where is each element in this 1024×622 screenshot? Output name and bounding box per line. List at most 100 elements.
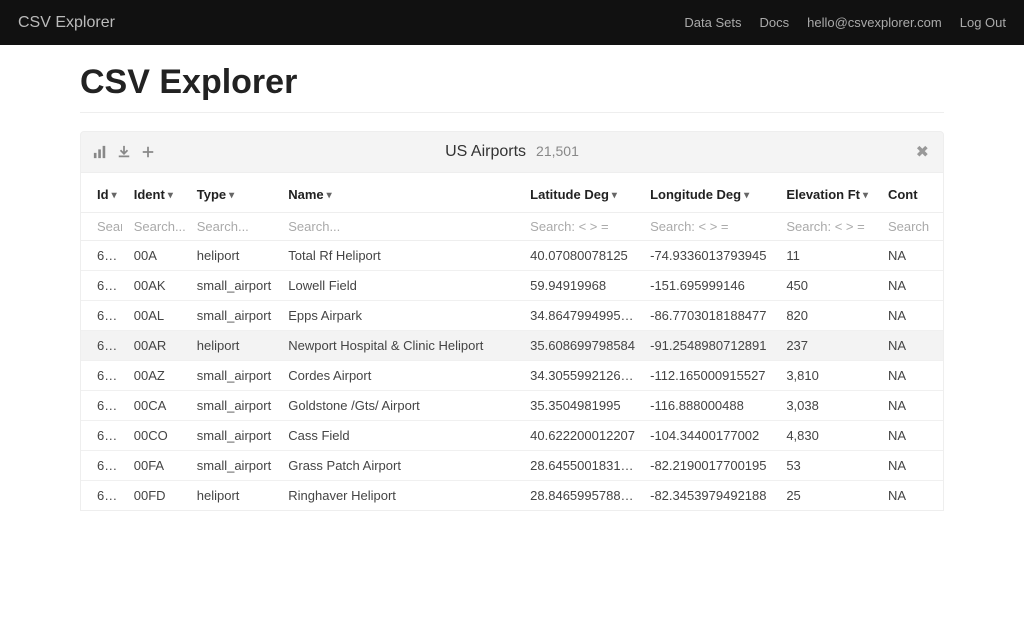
cell-lon: -86.7703018188477 [644,301,780,331]
table-row[interactable]: 652500ALsmall_airportEpps Airpark34.8647… [81,301,943,331]
cell-type: small_airport [191,421,282,451]
search-row [81,213,943,241]
cell-cont: NA [882,391,943,421]
dataset-title: US Airports [445,143,526,161]
dataset-row-count: 21,501 [536,143,579,159]
col-header-name[interactable]: Name▾ [282,173,524,213]
cell-elev: 53 [780,451,882,481]
table-row[interactable]: 652400AKsmall_airportLowell Field59.9491… [81,271,943,301]
cell-name: Lowell Field [282,271,524,301]
search-input-type[interactable] [197,219,276,234]
table-row[interactable]: 652900COsmall_airportCass Field40.622200… [81,421,943,451]
search-input-id[interactable] [97,219,122,234]
cell-elev: 3,038 [780,391,882,421]
cell-name: Cass Field [282,421,524,451]
cell-cont: NA [882,271,943,301]
table-row[interactable]: 652700AZsmall_airportCordes Airport34.30… [81,361,943,391]
search-input-cont[interactable] [888,219,937,234]
cell-type: small_airport [191,361,282,391]
cell-cont: NA [882,481,943,511]
cell-id: 6528 [81,391,128,421]
cell-lon: -74.9336013793945 [644,241,780,271]
chart-icon[interactable] [93,145,107,159]
cell-id: 6523 [81,241,128,271]
cell-id: 6532 [81,481,128,511]
chevron-down-icon: ▾ [112,190,117,201]
cell-type: heliport [191,241,282,271]
download-icon[interactable] [117,145,131,159]
nav-link-datasets[interactable]: Data Sets [684,15,741,30]
cell-elev: 11 [780,241,882,271]
data-table: Id▾ Ident▾ Type▾ Name▾ Latitude Deg▾ Lon… [81,173,943,510]
cell-ident: 00AL [128,301,191,331]
cell-lon: -116.888000488 [644,391,780,421]
panel-header: US Airports 21,501 ✖ [80,131,944,173]
cell-ident: 00FA [128,451,191,481]
search-input-lat[interactable] [530,219,638,234]
cell-ident: 00FD [128,481,191,511]
plus-icon[interactable] [141,145,155,159]
header-row: Id▾ Ident▾ Type▾ Name▾ Latitude Deg▾ Lon… [81,173,943,213]
cell-elev: 4,830 [780,421,882,451]
search-input-name[interactable] [288,219,518,234]
cell-name: Ringhaver Heliport [282,481,524,511]
table-row[interactable]: 653200FDheliportRinghaver Heliport28.846… [81,481,943,511]
cell-id: 6524 [81,271,128,301]
cell-ident: 00A [128,241,191,271]
dataset-panel: US Airports 21,501 ✖ Id▾ Ident▾ Type▾ Na… [80,131,944,511]
col-header-id[interactable]: Id▾ [81,173,128,213]
search-input-ident[interactable] [134,219,185,234]
app-brand[interactable]: CSV Explorer [18,14,115,32]
cell-name: Goldstone /Gts/ Airport [282,391,524,421]
table-row[interactable]: 652600ARheliportNewport Hospital & Clini… [81,331,943,361]
cell-lat: 34.3055992126465 [524,361,644,391]
cell-type: heliport [191,481,282,511]
cell-lon: -104.34400177002 [644,421,780,451]
nav-link-logout[interactable]: Log Out [960,15,1006,30]
cell-name: Newport Hospital & Clinic Heliport [282,331,524,361]
table-row[interactable]: 652800CAsmall_airportGoldstone /Gts/ Air… [81,391,943,421]
col-header-lat[interactable]: Latitude Deg▾ [524,173,644,213]
cell-name: Cordes Airport [282,361,524,391]
cell-lat: 28.8465995788574 [524,481,644,511]
nav-link-docs[interactable]: Docs [760,15,790,30]
col-header-lon[interactable]: Longitude Deg▾ [644,173,780,213]
col-header-type[interactable]: Type▾ [191,173,282,213]
cell-name: Epps Airpark [282,301,524,331]
chevron-down-icon: ▾ [229,190,234,201]
table-row[interactable]: 653100FAsmall_airportGrass Patch Airport… [81,451,943,481]
cell-type: small_airport [191,301,282,331]
cell-elev: 25 [780,481,882,511]
cell-type: small_airport [191,451,282,481]
cell-lon: -91.2548980712891 [644,331,780,361]
cell-type: small_airport [191,271,282,301]
cell-elev: 820 [780,301,882,331]
cell-type: heliport [191,331,282,361]
cell-cont: NA [882,361,943,391]
cell-elev: 450 [780,271,882,301]
search-input-lon[interactable] [650,219,774,234]
table-row[interactable]: 652300AheliportTotal Rf Heliport40.07080… [81,241,943,271]
cell-lat: 35.608699798584 [524,331,644,361]
cell-cont: NA [882,301,943,331]
cell-lat: 28.6455001831055 [524,451,644,481]
cell-cont: NA [882,421,943,451]
cell-id: 6526 [81,331,128,361]
cell-ident: 00CO [128,421,191,451]
chevron-down-icon: ▾ [168,190,173,201]
cell-lat: 40.622200012207 [524,421,644,451]
top-navbar: CSV Explorer Data Sets Docs hello@csvexp… [0,0,1024,45]
nav-link-email[interactable]: hello@csvexplorer.com [807,15,942,30]
chevron-down-icon: ▾ [327,190,332,201]
cell-ident: 00AZ [128,361,191,391]
col-header-cont[interactable]: Cont [882,173,943,213]
cell-name: Grass Patch Airport [282,451,524,481]
cell-lat: 34.8647994995117 [524,301,644,331]
search-input-elev[interactable] [786,219,876,234]
cell-lon: -82.2190017700195 [644,451,780,481]
col-header-ident[interactable]: Ident▾ [128,173,191,213]
close-icon[interactable]: ✖ [916,142,929,162]
cell-cont: NA [882,241,943,271]
col-header-elev[interactable]: Elevation Ft▾ [780,173,882,213]
cell-lat: 40.07080078125 [524,241,644,271]
